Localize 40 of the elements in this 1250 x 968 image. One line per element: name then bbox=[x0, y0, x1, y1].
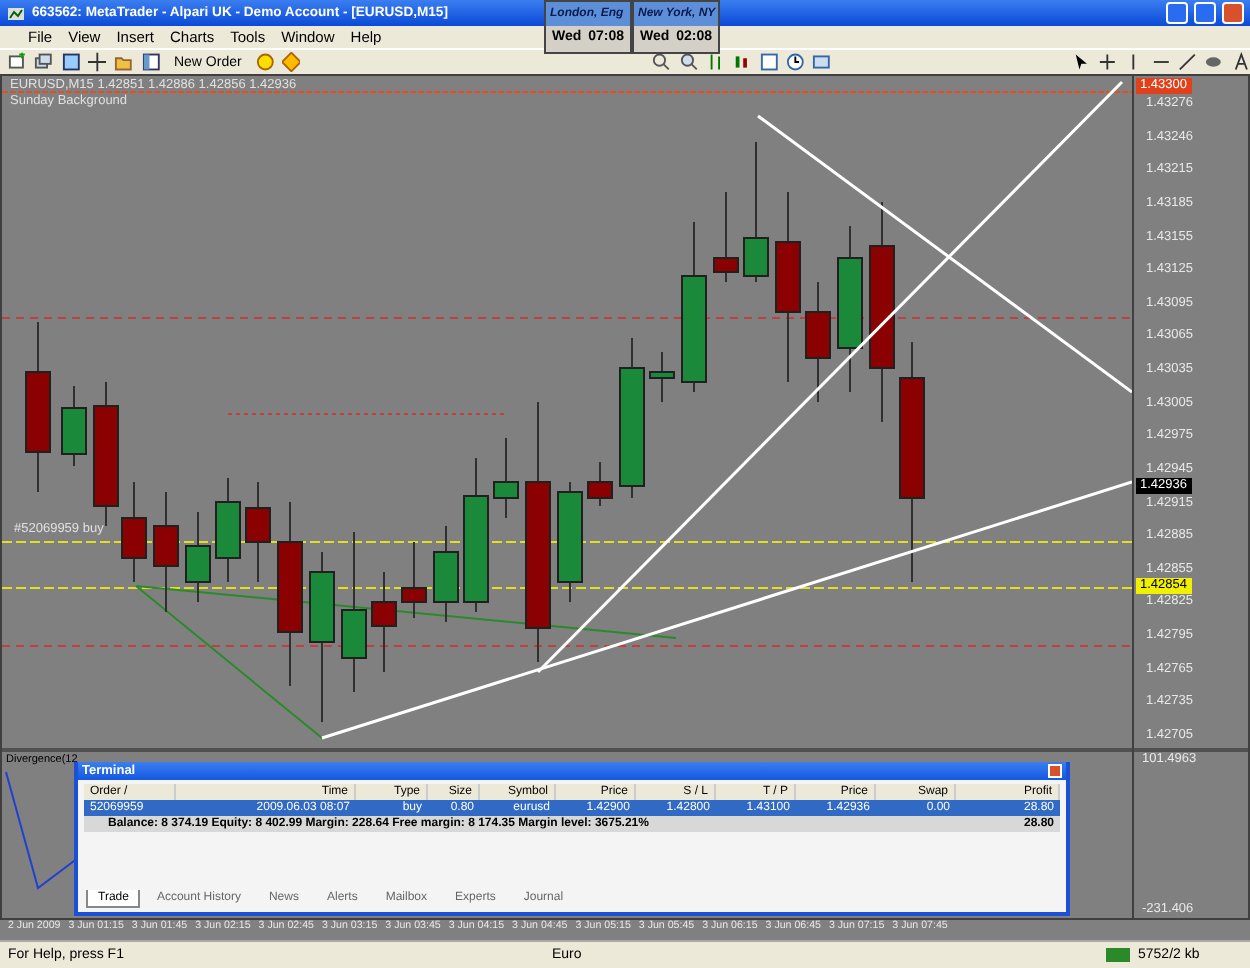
panel-icon[interactable] bbox=[141, 52, 160, 72]
candle bbox=[557, 481, 583, 603]
candle bbox=[649, 351, 675, 403]
candle bbox=[401, 541, 427, 619]
minimize-button[interactable] bbox=[1166, 2, 1188, 24]
zoom-in-icon[interactable] bbox=[652, 52, 672, 72]
new-chart-icon[interactable] bbox=[8, 52, 27, 72]
expert-icon[interactable] bbox=[255, 52, 275, 72]
maximize-button[interactable] bbox=[1194, 2, 1216, 24]
candle bbox=[153, 491, 179, 613]
close-button[interactable] bbox=[1048, 764, 1062, 778]
candle bbox=[371, 571, 397, 673]
close-button[interactable] bbox=[1222, 2, 1244, 24]
crosshair-icon[interactable] bbox=[1097, 52, 1117, 72]
diamond-icon[interactable] bbox=[282, 52, 301, 72]
crosshair-icon[interactable] bbox=[87, 52, 107, 72]
trend-line-icon[interactable] bbox=[1177, 52, 1197, 72]
bar-chart-icon[interactable] bbox=[706, 52, 725, 72]
candle bbox=[587, 461, 613, 507]
profiles-icon[interactable] bbox=[34, 52, 54, 72]
candle bbox=[215, 477, 241, 583]
candle bbox=[493, 437, 519, 519]
cursor-icon[interactable] bbox=[1071, 52, 1090, 72]
candles-icon[interactable] bbox=[732, 52, 752, 72]
zoom-out-icon[interactable] bbox=[679, 52, 699, 72]
candle bbox=[743, 141, 769, 283]
connection-icon bbox=[1106, 948, 1130, 962]
candle bbox=[713, 191, 739, 283]
candle bbox=[805, 281, 831, 403]
app-icon bbox=[6, 3, 26, 23]
candle bbox=[245, 481, 271, 583]
window-icon[interactable] bbox=[61, 52, 80, 72]
template-icon[interactable] bbox=[812, 52, 832, 72]
candle bbox=[61, 385, 87, 467]
clock-icon[interactable] bbox=[786, 52, 805, 72]
candle bbox=[185, 511, 211, 603]
candle bbox=[433, 525, 459, 623]
channel-icon[interactable] bbox=[1204, 52, 1224, 72]
indicator-icon[interactable] bbox=[759, 52, 779, 72]
text-icon[interactable] bbox=[1231, 52, 1250, 72]
